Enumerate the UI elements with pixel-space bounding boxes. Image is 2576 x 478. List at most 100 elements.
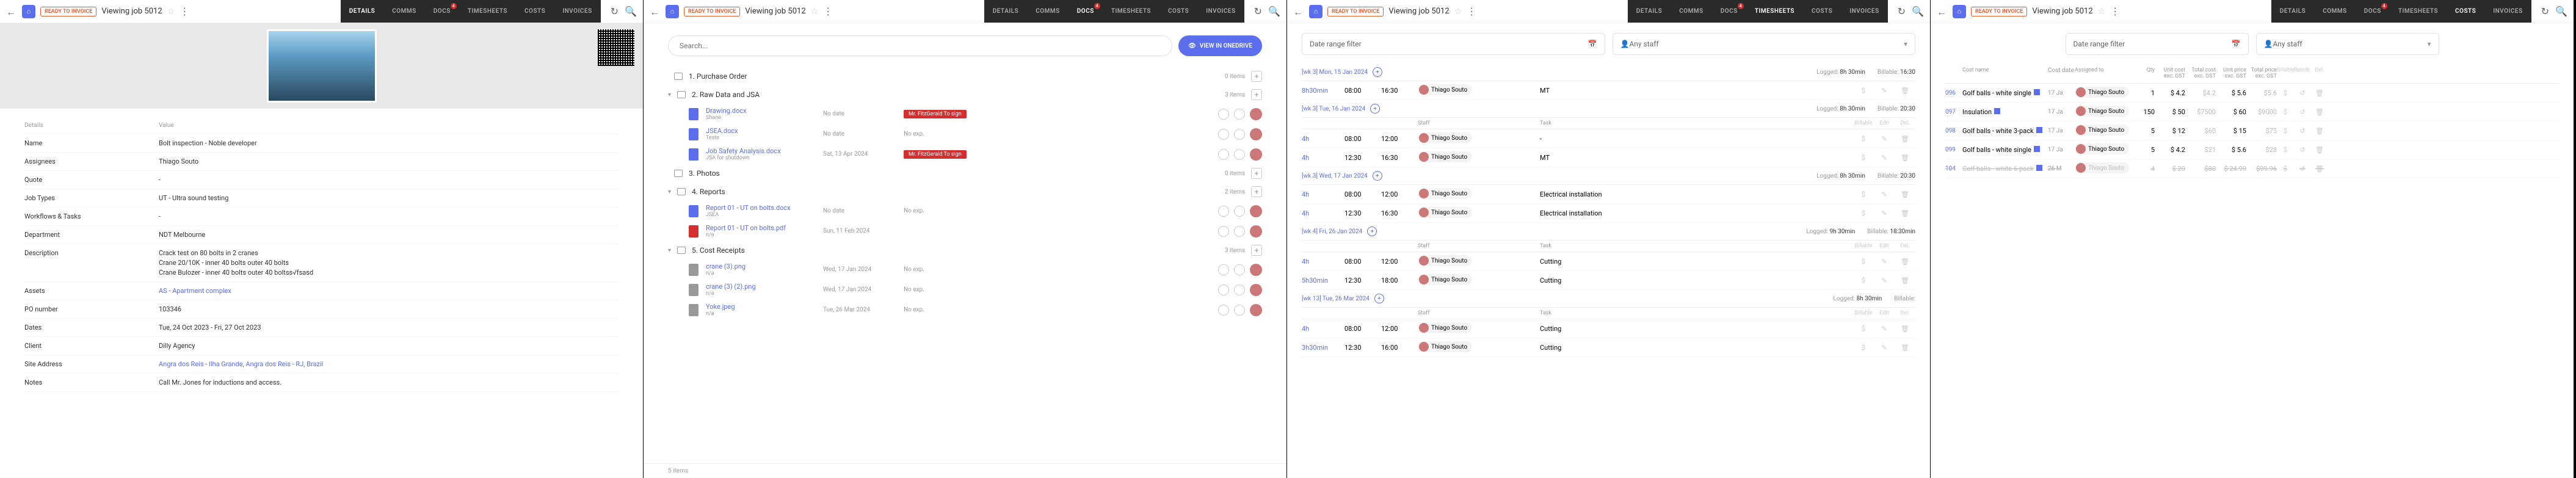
date-filter[interactable]: Date range filter📅 xyxy=(1302,33,1605,55)
billable-icon[interactable]: $ xyxy=(2277,146,2294,154)
tab-invoices[interactable]: INVOICES xyxy=(1841,0,1887,23)
tab-costs[interactable]: COSTS xyxy=(516,0,554,23)
tab-costs[interactable]: COSTS xyxy=(1803,0,1841,23)
reimb-icon[interactable]: ↺ xyxy=(2294,127,2311,135)
folder-row[interactable]: ▾2. Raw Data and JSA3 items+ xyxy=(668,85,1262,104)
billable-icon[interactable]: $ xyxy=(1853,258,1874,266)
tab-docs[interactable]: DOCS4 xyxy=(425,0,459,23)
tab-comms[interactable]: COMMS xyxy=(1027,0,1068,23)
tab-invoices[interactable]: INVOICES xyxy=(554,0,600,23)
tab-comms[interactable]: COMMS xyxy=(1671,0,1712,23)
search-icon[interactable]: 🔍 xyxy=(2555,5,2567,17)
action-icon[interactable] xyxy=(1234,109,1245,120)
date-filter[interactable]: Date range filter📅 xyxy=(2066,33,2249,55)
history-icon[interactable]: ↻ xyxy=(2541,5,2549,17)
add-icon[interactable]: + xyxy=(1251,168,1262,179)
tab-timesheets[interactable]: TIMESHEETS xyxy=(2390,0,2447,23)
edit-icon[interactable]: ✎ xyxy=(1874,135,1895,143)
delete-icon[interactable]: 🗑 xyxy=(1895,87,1915,95)
reimb-icon[interactable]: ↺ xyxy=(2294,89,2311,97)
file-row[interactable]: crane (3).pngn/aWed, 17 Jan 2024No exp. xyxy=(668,259,1262,280)
cost-row[interactable]: 099Golf balls - white single17 JaThiago … xyxy=(1945,140,2559,159)
add-icon[interactable]: + xyxy=(1251,89,1262,100)
back-icon[interactable]: ← xyxy=(1293,6,1304,17)
action-icon[interactable] xyxy=(1218,305,1229,316)
staff-chip[interactable]: Thiago Souto xyxy=(1418,322,1472,333)
billable-icon[interactable]: $ xyxy=(1853,154,1874,162)
add-entry-icon[interactable]: + xyxy=(1373,171,1382,181)
star-icon[interactable]: ☆ xyxy=(167,7,175,16)
cost-row[interactable]: 096Golf balls - white single17 JaThiago … xyxy=(1945,84,2559,103)
tab-comms[interactable]: COMMS xyxy=(2314,0,2356,23)
delete-icon[interactable]: 🗑 xyxy=(1895,325,1915,333)
tab-details[interactable]: DETAILS xyxy=(341,0,383,23)
tab-docs[interactable]: DOCS4 xyxy=(1068,0,1103,23)
add-entry-icon[interactable]: + xyxy=(1367,226,1377,236)
add-entry-icon[interactable]: + xyxy=(1374,294,1384,303)
timesheet-row[interactable]: 4h08:0012:00Thiago SoutoCutting$✎🗑 xyxy=(1302,252,1915,271)
timesheet-row[interactable]: 4h12:3016:30Thiago SoutoElectrical insta… xyxy=(1302,204,1915,223)
action-icon[interactable] xyxy=(1218,226,1229,237)
tab-invoices[interactable]: INVOICES xyxy=(2484,0,2531,23)
billable-icon[interactable]: $ xyxy=(2277,89,2294,97)
action-icon[interactable] xyxy=(1218,129,1229,140)
edit-icon[interactable]: ✎ xyxy=(1874,154,1895,162)
timesheet-row[interactable]: 4h08:0012:00Thiago SoutoCutting$✎🗑 xyxy=(1302,319,1915,338)
more-icon[interactable]: ⋮ xyxy=(1467,5,1476,17)
staff-chip[interactable]: Thiago Souto xyxy=(1418,255,1472,266)
action-icon[interactable] xyxy=(1234,264,1245,275)
more-icon[interactable]: ⋮ xyxy=(180,5,189,17)
add-entry-icon[interactable]: + xyxy=(1373,67,1382,77)
edit-icon[interactable]: ✎ xyxy=(1874,209,1895,217)
folder-row[interactable]: ▾4. Reports2 items+ xyxy=(668,183,1262,201)
more-icon[interactable]: ⋮ xyxy=(823,5,833,17)
billable-icon[interactable]: $ xyxy=(2277,165,2294,173)
billable-icon[interactable]: $ xyxy=(1853,344,1874,352)
action-icon[interactable] xyxy=(1218,206,1229,217)
more-icon[interactable]: ⋮ xyxy=(2110,5,2120,17)
tab-costs[interactable]: COSTS xyxy=(2447,0,2484,23)
delete-icon[interactable]: 🗑 xyxy=(1895,258,1915,266)
folder-row[interactable]: 1. Purchase Order0 items+ xyxy=(668,67,1262,85)
action-icon[interactable] xyxy=(1218,149,1229,160)
action-icon[interactable] xyxy=(1234,284,1245,295)
edit-icon[interactable]: ✎ xyxy=(1874,325,1895,333)
action-icon[interactable] xyxy=(1234,305,1245,316)
view-onedrive-button[interactable]: 👁 VIEW IN ONEDRIVE xyxy=(1178,35,1262,56)
delete-icon[interactable]: 🗑 xyxy=(2311,146,2328,154)
day-date[interactable]: [wk 13] Tue, 26 Mar 2024 xyxy=(1302,295,1370,302)
back-icon[interactable]: ← xyxy=(1937,6,1948,17)
search-icon[interactable]: 🔍 xyxy=(1912,5,1924,17)
delete-icon[interactable]: 🗑 xyxy=(2311,165,2328,173)
add-icon[interactable]: + xyxy=(1251,71,1262,82)
billable-icon[interactable]: $ xyxy=(1853,87,1874,95)
delete-icon[interactable]: 🗑 xyxy=(1895,154,1915,162)
reimb-icon[interactable]: ↺ xyxy=(2294,165,2311,173)
billable-icon[interactable]: $ xyxy=(1853,190,1874,198)
action-icon[interactable] xyxy=(1234,129,1245,140)
delete-icon[interactable]: 🗑 xyxy=(1895,135,1915,143)
file-row[interactable]: Job Safety Analysis.docxJSA for shutdown… xyxy=(668,144,1262,164)
tab-timesheets[interactable]: TIMESHEETS xyxy=(1746,0,1803,23)
star-icon[interactable]: ☆ xyxy=(2098,7,2106,16)
timesheet-row[interactable]: 5h30min12:3018:00Thiago SoutoCutting$✎🗑 xyxy=(1302,271,1915,290)
edit-icon[interactable]: ✎ xyxy=(1874,87,1895,95)
reimb-icon[interactable]: ↺ xyxy=(2294,146,2311,154)
reimb-icon[interactable]: ↺ xyxy=(2294,108,2311,116)
action-icon[interactable] xyxy=(1234,226,1245,237)
billable-icon[interactable]: $ xyxy=(1853,277,1874,284)
tab-docs[interactable]: DOCS4 xyxy=(1712,0,1746,23)
staff-chip[interactable]: Thiago Souto xyxy=(1418,207,1472,218)
staff-chip[interactable]: Thiago Souto xyxy=(1418,188,1472,199)
tab-docs[interactable]: DOCS4 xyxy=(2356,0,2390,23)
tab-comms[interactable]: COMMS xyxy=(383,0,425,23)
add-entry-icon[interactable]: + xyxy=(1370,104,1380,114)
folder-row[interactable]: ▾5. Cost Receipts3 items+ xyxy=(668,241,1262,259)
action-icon[interactable] xyxy=(1234,206,1245,217)
timesheet-row[interactable]: 8h30min08:0016:30Thiago SoutoMT$✎🗑 xyxy=(1302,81,1915,100)
folder-row[interactable]: 3. Photos0 items+ xyxy=(668,164,1262,183)
delete-icon[interactable]: 🗑 xyxy=(1895,344,1915,352)
staff-chip[interactable]: Thiago Souto xyxy=(1418,84,1472,95)
delete-icon[interactable]: 🗑 xyxy=(1895,190,1915,198)
tab-details[interactable]: DETAILS xyxy=(1628,0,1671,23)
